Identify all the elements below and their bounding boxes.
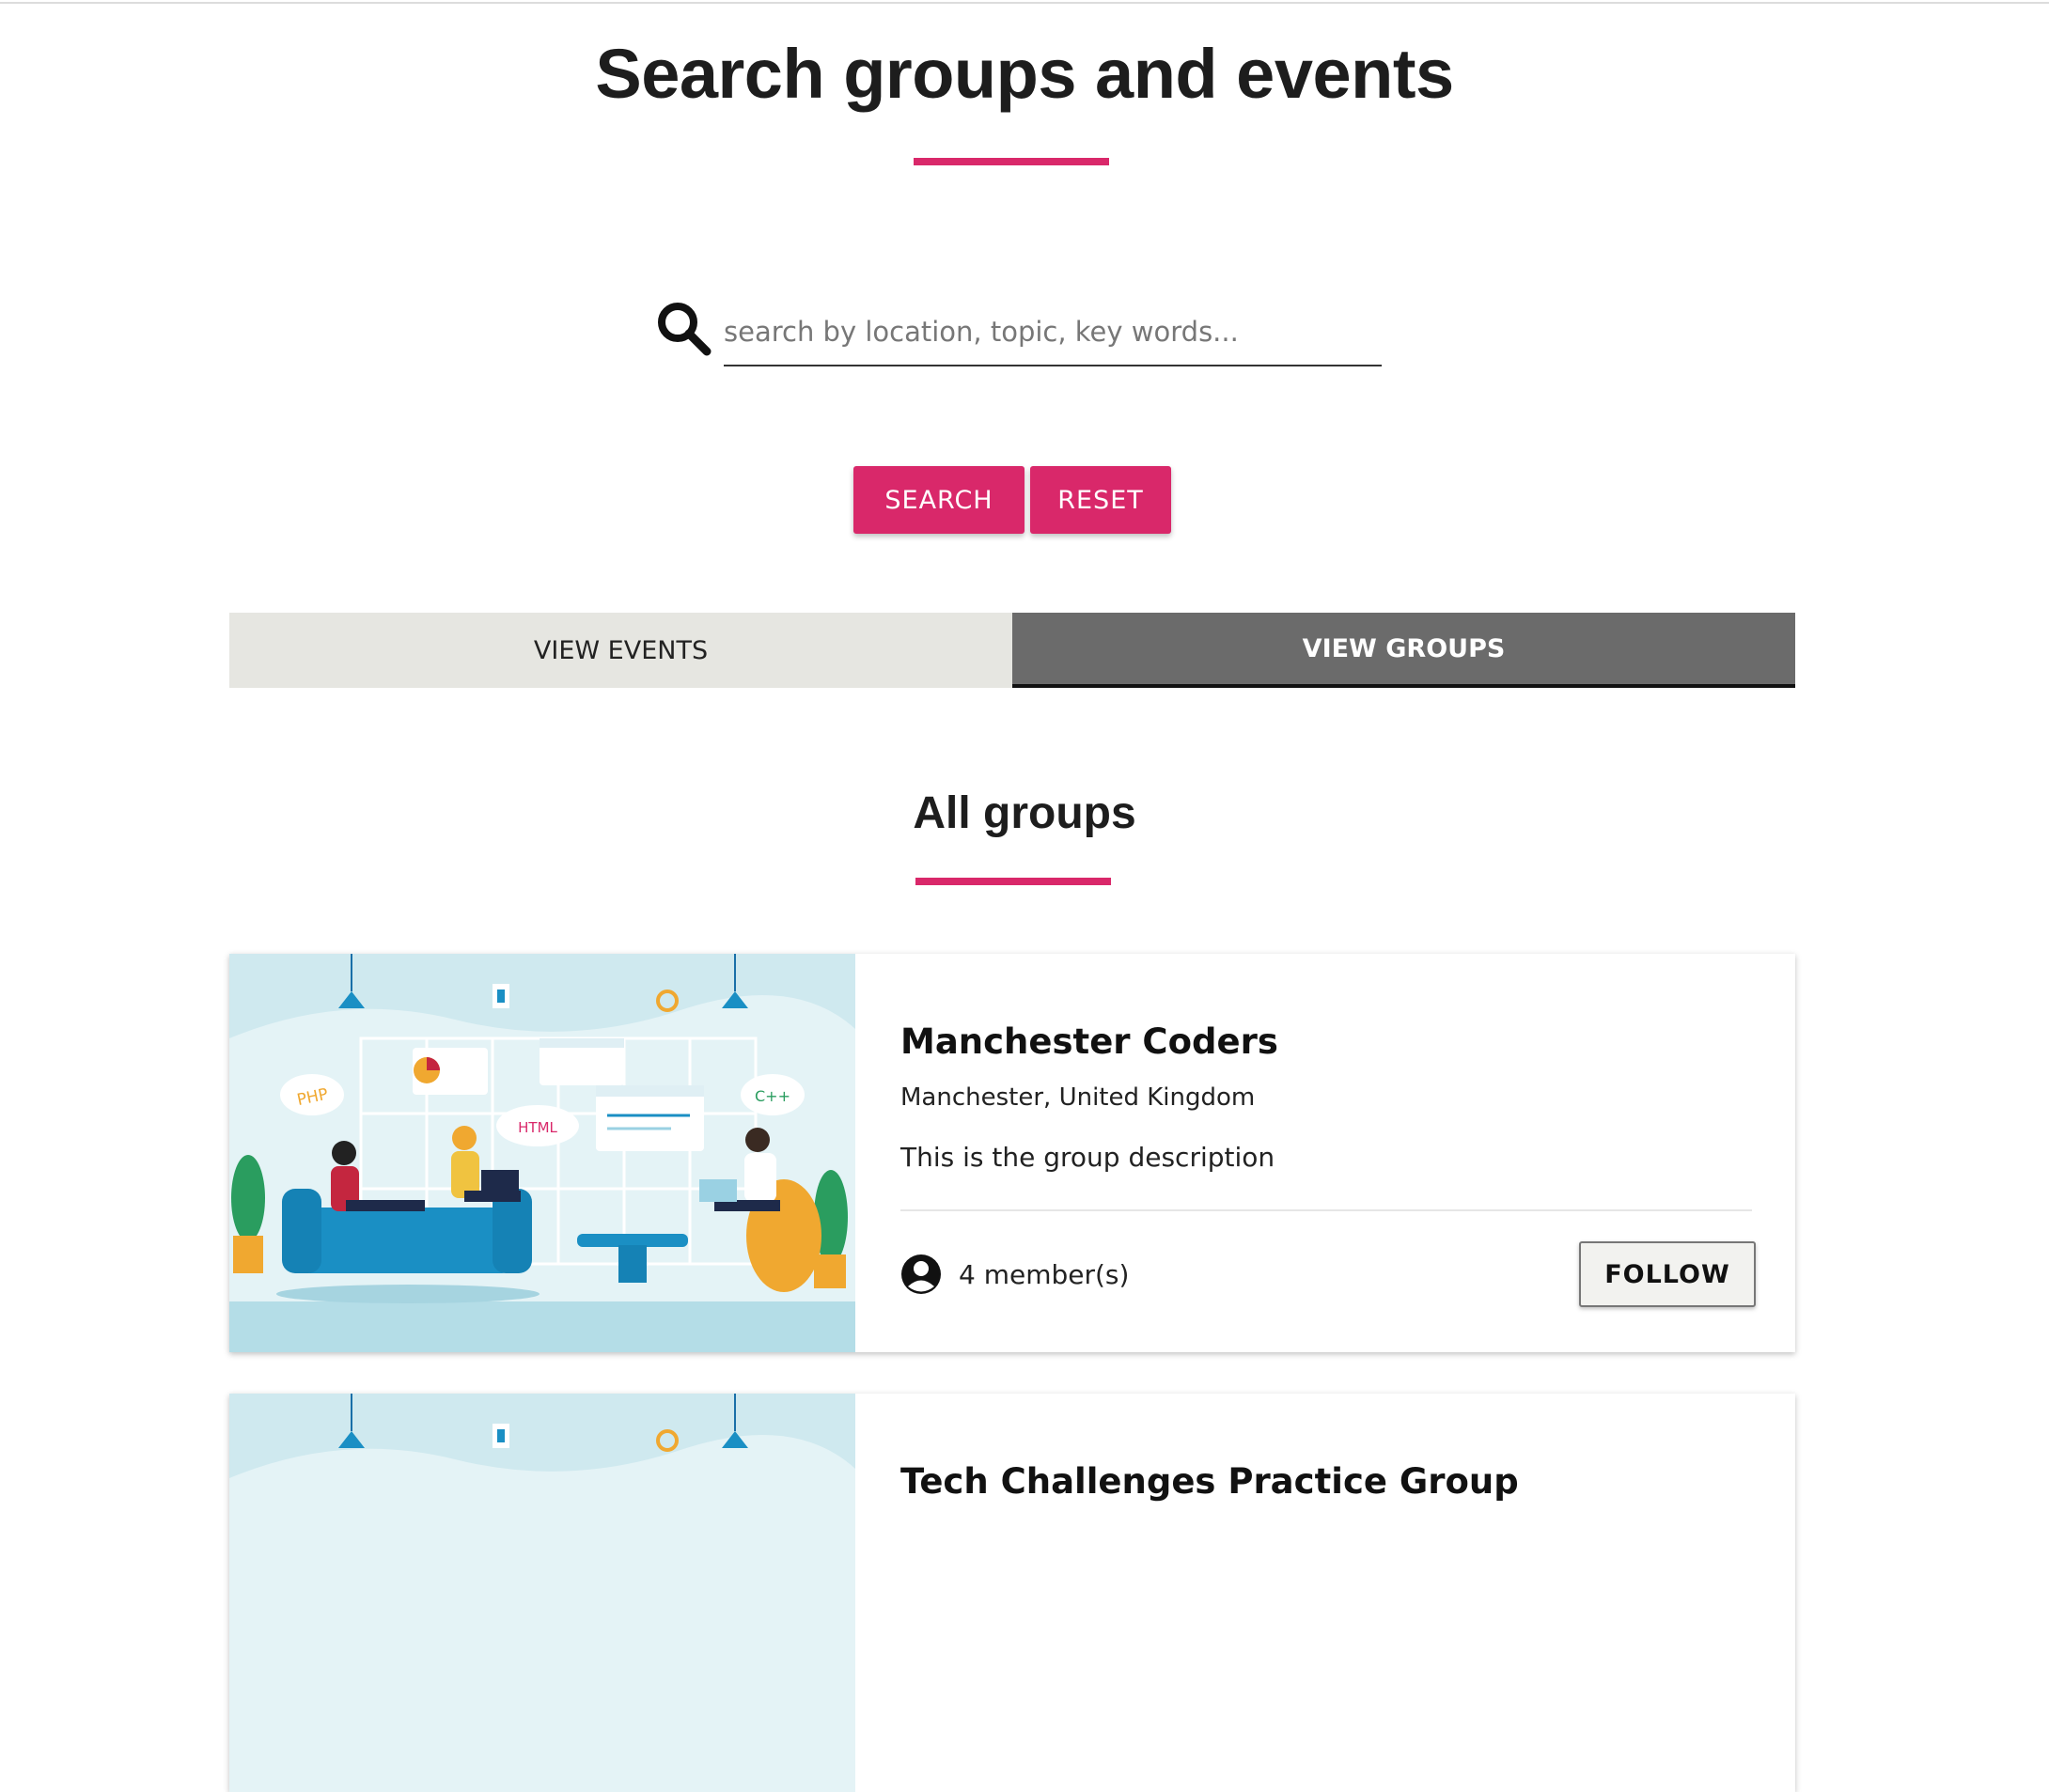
group-image: PHP HTML C++ xyxy=(229,954,855,1352)
member-count-row: 4 member(s) xyxy=(900,1251,1129,1298)
top-border xyxy=(0,0,2049,4)
person-circle-icon xyxy=(901,1254,941,1294)
group-location: Manchester, United Kingdom xyxy=(900,1083,1256,1112)
card-divider xyxy=(900,1209,1752,1211)
reset-button[interactable]: RESET xyxy=(1030,466,1171,534)
group-name[interactable]: Manchester Coders xyxy=(900,1021,1278,1062)
tab-view-groups[interactable]: VIEW GROUPS xyxy=(1012,613,1795,688)
group-card[interactable]: PHP HTML C++ Manchester Coders Mancheste… xyxy=(229,954,1795,1352)
group-card-body: Manchester Coders Manchester, United Kin… xyxy=(855,954,1795,1352)
member-count: 4 member(s) xyxy=(959,1258,1130,1290)
group-card-body: Tech Challenges Practice Group xyxy=(855,1394,1795,1792)
page-title: Search groups and events xyxy=(595,35,1454,113)
search-icon xyxy=(658,303,712,356)
section-underline xyxy=(915,878,1111,885)
view-tabs: VIEW EVENTS VIEW GROUPS xyxy=(229,613,1795,688)
tab-view-events[interactable]: VIEW EVENTS xyxy=(229,613,1012,688)
title-underline xyxy=(914,158,1109,165)
group-image xyxy=(229,1394,855,1792)
search-input[interactable] xyxy=(724,299,1382,366)
group-card[interactable]: Tech Challenges Practice Group xyxy=(229,1394,1795,1792)
illustration-label: HTML xyxy=(518,1119,557,1136)
section-title: All groups xyxy=(913,788,1136,838)
illustration-label: C++ xyxy=(755,1087,790,1105)
search-button[interactable]: SEARCH xyxy=(853,466,1024,534)
search-bar xyxy=(649,291,1400,376)
follow-button[interactable]: FOLLOW xyxy=(1579,1241,1756,1307)
group-name[interactable]: Tech Challenges Practice Group xyxy=(900,1461,1519,1502)
group-description: This is the group description xyxy=(900,1142,1275,1173)
